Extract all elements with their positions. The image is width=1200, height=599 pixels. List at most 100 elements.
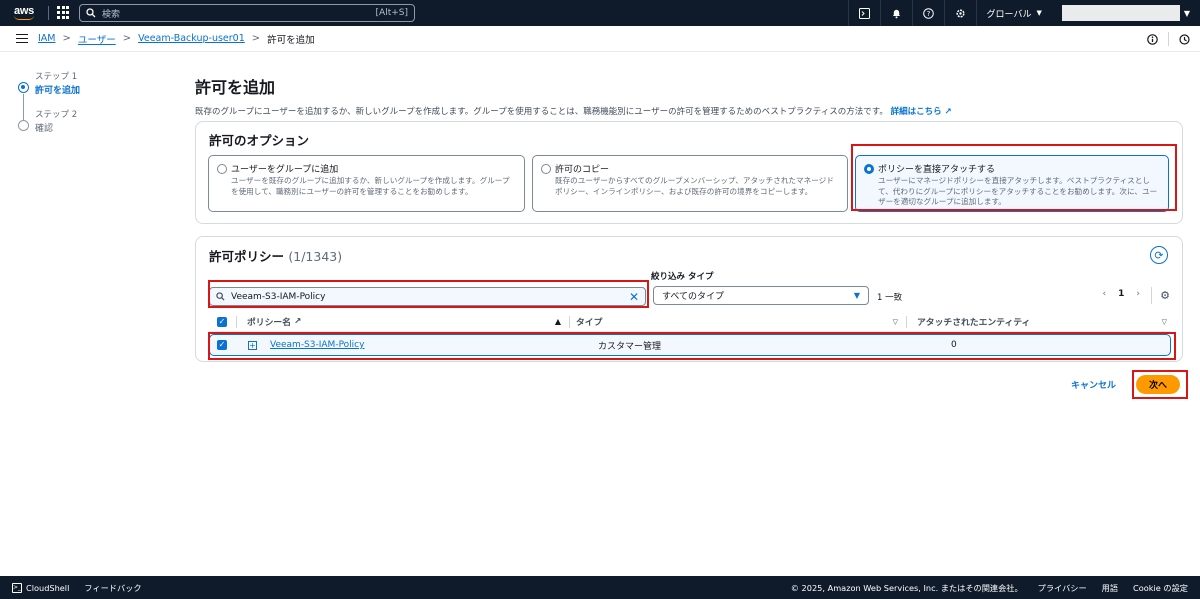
filter-type-label: 絞り込み タイプ bbox=[651, 272, 714, 282]
column-label: アタッチされたエンティティ bbox=[917, 318, 1031, 328]
search-placeholder: 検索 bbox=[102, 9, 121, 20]
table-header: ✓ ポリシー名 ↗ ▲ タイプ ▽ アタッチされたエンティティ ▽ bbox=[209, 312, 1171, 332]
account-menu[interactable] bbox=[1061, 5, 1180, 21]
step-1-name: 許可を追加 bbox=[35, 86, 81, 96]
privacy-link[interactable]: プライバシー bbox=[1038, 582, 1087, 594]
step-2-label: ステップ 2 bbox=[35, 110, 78, 120]
region-selector[interactable]: グローバル ▼ bbox=[975, 0, 1052, 26]
learn-more-link[interactable]: 詳細はこちら ↗ bbox=[891, 107, 952, 117]
step-1[interactable]: ステップ 1 許可を追加 bbox=[18, 70, 138, 96]
search-shortcut: [Alt+S] bbox=[375, 8, 408, 18]
permission-options-title: 許可のオプション bbox=[209, 133, 310, 148]
column-type[interactable]: タイプ ▽ bbox=[576, 315, 906, 329]
page-title: 許可を追加 bbox=[195, 78, 276, 97]
highlight-box bbox=[208, 332, 1176, 360]
chevron-left-icon[interactable]: ‹ bbox=[1103, 289, 1107, 299]
region-label: グローバル bbox=[986, 9, 1032, 20]
account-caret-icon[interactable]: ▼ bbox=[1184, 9, 1190, 18]
sort-ascending-icon[interactable]: ▲ bbox=[555, 317, 561, 326]
sort-icon[interactable]: ▽ bbox=[1162, 318, 1167, 326]
wizard-steps: ステップ 1 許可を追加 ステップ 2 確認 bbox=[18, 70, 138, 134]
breadcrumb-current: 許可を追加 bbox=[267, 34, 315, 46]
chevron-right-icon: > bbox=[122, 33, 132, 44]
page-number[interactable]: 1 bbox=[1118, 289, 1124, 299]
breadcrumb-users[interactable]: ユーザー bbox=[78, 32, 116, 46]
notifications-bell-icon[interactable] bbox=[879, 0, 912, 26]
column-divider bbox=[569, 315, 570, 328]
help-icon[interactable]: ? bbox=[911, 0, 944, 26]
column-divider bbox=[906, 315, 907, 328]
column-divider bbox=[236, 315, 237, 328]
footer: >_ CloudShell フィードバック © 2025, Amazon Web… bbox=[0, 576, 1200, 599]
info-icon[interactable] bbox=[1147, 33, 1158, 45]
caret-down-icon: ▼ bbox=[853, 291, 860, 300]
column-policy-name[interactable]: ポリシー名 ↗ ▲ bbox=[247, 315, 569, 329]
settings-gear-icon[interactable] bbox=[943, 0, 976, 26]
global-search-input[interactable]: 検索 [Alt+S] bbox=[79, 4, 415, 22]
chevron-right-icon[interactable]: › bbox=[1136, 289, 1140, 299]
highlight-box bbox=[851, 144, 1177, 211]
cloudshell-label: CloudShell bbox=[26, 582, 70, 593]
radio-button[interactable] bbox=[217, 164, 227, 174]
column-label: タイプ bbox=[576, 318, 603, 328]
radio-button[interactable] bbox=[541, 164, 551, 174]
table-settings-gear-icon[interactable]: ⚙ bbox=[1160, 289, 1170, 302]
cloudshell-button[interactable]: >_ CloudShell bbox=[12, 582, 70, 593]
option-description: ユーザーを既存のグループに追加するか、新しいグループを作成します。グループ を使… bbox=[231, 176, 516, 197]
match-count: 1 一致 bbox=[877, 293, 903, 303]
option-copy-permissions[interactable]: 許可のコピー 既存のユーザーからすべてのグループメンバーシップ、アタッチされたマ… bbox=[532, 155, 848, 212]
recent-history-icon[interactable] bbox=[1179, 33, 1190, 45]
option-description-line: ポリシー、インラインポリシー、および既存の許可の境界をコピーします。 bbox=[555, 186, 813, 196]
services-menu-icon[interactable] bbox=[57, 6, 71, 20]
breadcrumb-user[interactable]: Veeam-Backup-user01 bbox=[138, 33, 245, 44]
page-description: 既存のグループにユーザーを追加するか、新しいグループを作成します。グループを使用… bbox=[195, 105, 1183, 117]
step-2[interactable]: ステップ 2 確認 bbox=[18, 108, 138, 134]
option-add-to-group[interactable]: ユーザーをグループに追加 ユーザーを既存のグループに追加するか、新しいグループを… bbox=[208, 155, 525, 212]
svg-text:?: ? bbox=[926, 10, 930, 18]
cancel-button[interactable]: キャンセル bbox=[1071, 378, 1116, 391]
nav-divider bbox=[48, 6, 49, 20]
policies-title: 許可ポリシー (1/1343) bbox=[209, 246, 342, 265]
top-navigation: aws 検索 [Alt+S] ? グローバル ▼ ▼ bbox=[0, 0, 1200, 26]
option-title: 許可のコピー bbox=[555, 165, 610, 175]
external-link-icon: ↗ bbox=[944, 107, 952, 117]
step-2-name: 確認 bbox=[35, 124, 54, 134]
page-header: 許可を追加 既存のグループにユーザーを追加するか、新しいグループを作成します。グ… bbox=[195, 74, 1183, 117]
option-description-line: を使用して、職務別にユーザーの許可を管理することをお勧めします。 bbox=[231, 186, 473, 196]
divider bbox=[1151, 287, 1152, 304]
type-filter-value: すべてのタイプ bbox=[662, 292, 725, 302]
menu-hamburger-icon[interactable] bbox=[16, 33, 28, 44]
sort-icon[interactable]: ▽ bbox=[893, 318, 898, 326]
aws-logo[interactable]: aws bbox=[6, 0, 42, 26]
cloudshell-icon: >_ bbox=[12, 582, 22, 593]
breadcrumb-bar: IAM > ユーザー > Veeam-Backup-user01 > 許可を追加 bbox=[0, 26, 1200, 52]
caret-down-icon: ▼ bbox=[1036, 9, 1042, 17]
highlight-box bbox=[208, 280, 649, 308]
cookie-settings-link[interactable]: Cookie の設定 bbox=[1133, 582, 1188, 594]
chevron-right-icon: > bbox=[251, 33, 261, 44]
page-description-text: 既存のグループにユーザーを追加するか、新しいグループを作成します。グループを使用… bbox=[195, 107, 888, 117]
select-all-checkbox[interactable]: ✓ bbox=[217, 316, 227, 327]
refresh-icon[interactable]: ⟳ bbox=[1150, 246, 1168, 264]
option-description: 既存のユーザーからすべてのグループメンバーシップ、アタッチされたマネージド ポリ… bbox=[555, 176, 839, 197]
external-link-icon: ↗ bbox=[294, 316, 302, 327]
cloudshell-icon[interactable] bbox=[847, 0, 880, 26]
option-description-line: ユーザーを既存のグループに追加するか、新しいグループを作成します。グループ bbox=[231, 176, 510, 185]
chevron-right-icon: > bbox=[62, 33, 71, 44]
breadcrumb-iam[interactable]: IAM bbox=[38, 33, 56, 44]
column-attached-entities[interactable]: アタッチされたエンティティ ▽ bbox=[917, 315, 1171, 329]
policies-title-text: 許可ポリシー bbox=[209, 249, 285, 264]
step-inactive-icon bbox=[18, 120, 29, 131]
step-active-icon bbox=[18, 82, 29, 93]
policies-count: (1/1343) bbox=[288, 249, 343, 264]
terms-link[interactable]: 用語 bbox=[1102, 582, 1118, 594]
feedback-link[interactable]: フィードバック bbox=[84, 582, 141, 594]
option-description-line: 既存のユーザーからすべてのグループメンバーシップ、アタッチされたマネージド bbox=[555, 176, 834, 185]
step-1-label: ステップ 1 bbox=[35, 72, 78, 82]
column-label: ポリシー名 bbox=[247, 318, 291, 328]
type-filter-select[interactable]: すべてのタイプ ▼ bbox=[653, 286, 869, 305]
search-icon bbox=[86, 8, 96, 18]
highlight-box bbox=[1132, 370, 1188, 399]
learn-more-label: 詳細はこちら bbox=[890, 107, 942, 117]
divider bbox=[1168, 32, 1169, 46]
